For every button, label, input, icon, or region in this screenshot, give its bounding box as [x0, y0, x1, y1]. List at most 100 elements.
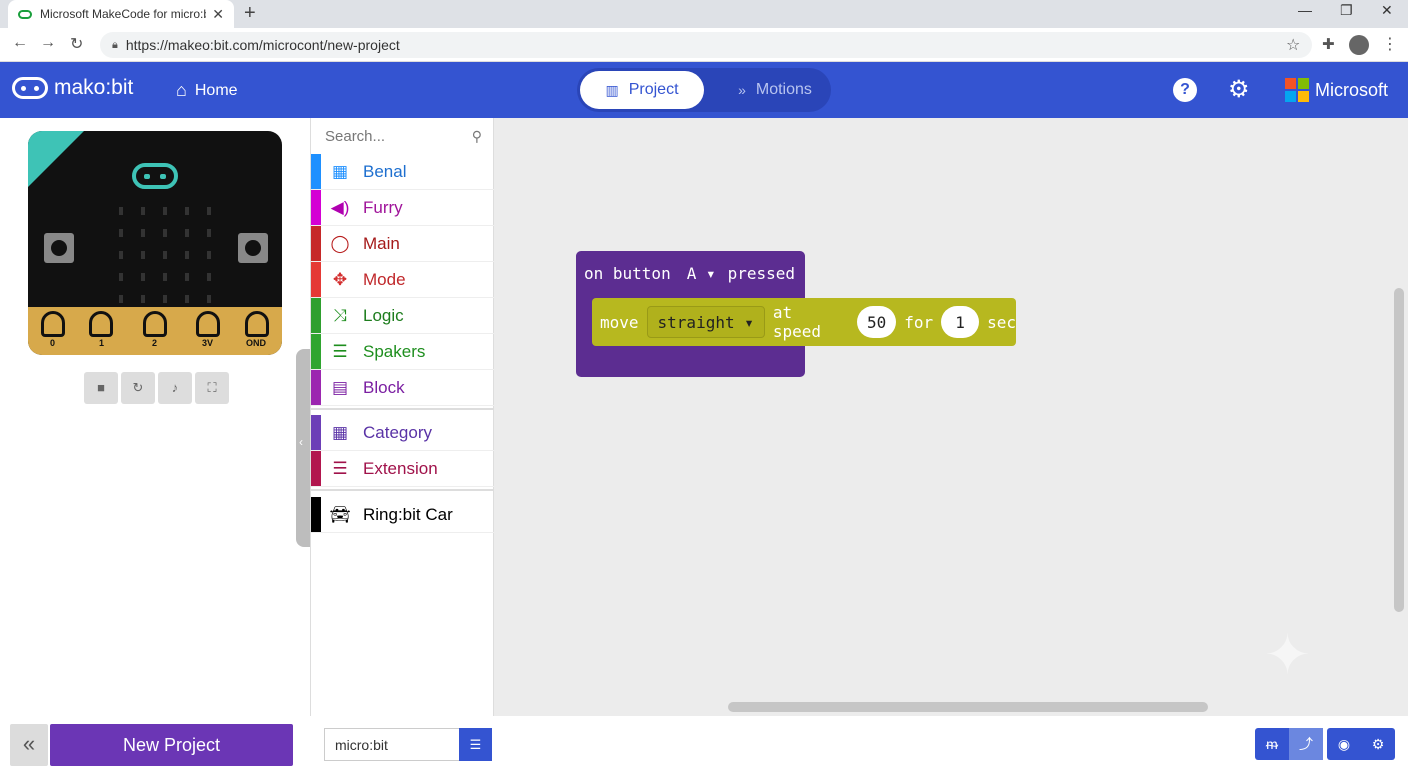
pin-3v[interactable]: [196, 311, 220, 337]
save-icon[interactable]: ☰: [459, 728, 492, 761]
settings-gear-icon[interactable]: ⚙: [1361, 728, 1395, 760]
category-block[interactable]: ▤ Block: [311, 370, 494, 406]
restore-icon[interactable]: ❐: [1340, 2, 1353, 19]
pin-2[interactable]: [143, 311, 167, 337]
category-furry[interactable]: ◀) Furry: [311, 190, 494, 226]
stop-icon[interactable]: ■: [84, 372, 118, 404]
sparkle-icon: ✦: [1264, 623, 1311, 686]
category-label: Extension: [363, 458, 438, 478]
pin-label: 3V: [202, 338, 214, 348]
blocks-mode-icon[interactable]: ᵯ: [1255, 728, 1289, 760]
category-ringbit-car[interactable]: 🚘︎ Ring:bit Car: [311, 497, 494, 533]
vertical-scrollbar[interactable]: [1394, 288, 1404, 612]
back-icon[interactable]: ←: [12, 34, 28, 52]
circle-icon: ◯: [330, 233, 350, 253]
category-extension[interactable]: ☰ Extension: [311, 451, 494, 487]
puzzle-icon: ✥: [332, 269, 348, 289]
move-label: move: [600, 312, 639, 332]
pin-label: 0: [50, 338, 56, 348]
category-logic[interactable]: ⤨ Logic: [311, 298, 494, 334]
tab-project[interactable]: ▥ Project: [580, 71, 704, 109]
reload-icon[interactable]: ↻: [70, 34, 83, 54]
home-button[interactable]: ⌂ Home: [176, 80, 238, 101]
app-logo[interactable]: mako:bit: [12, 76, 133, 100]
category-label: Spakers: [363, 341, 426, 361]
toolbox: Search... ⚲ ▦ Benal ◀) Furry ◯ Main ✥ Mo…: [310, 118, 494, 716]
horizontal-scrollbar[interactable]: [728, 702, 1208, 712]
category-mode[interactable]: ✥ Mode: [311, 262, 494, 298]
logo-text: mako:bit: [54, 76, 134, 99]
browser-menu-icon[interactable]: ⋮: [1382, 34, 1398, 54]
new-tab-button[interactable]: +: [244, 2, 256, 25]
board-corner-mark: [28, 131, 84, 187]
grid-icon: ▦: [331, 422, 349, 442]
tab-title: Microsoft MakeCode for micro:bi: [40, 7, 207, 21]
code-mode-icon[interactable]: ⤴: [1289, 728, 1323, 760]
unit-label: sec: [987, 312, 1016, 332]
button-dropdown[interactable]: A ▾: [687, 264, 716, 283]
project-name-input[interactable]: micro:bit: [324, 728, 459, 761]
category-spakers[interactable]: ☰ Spakers: [311, 334, 494, 370]
audio-icon[interactable]: ♪: [158, 372, 192, 404]
blocks-icon: ▥: [605, 81, 619, 98]
category-benal[interactable]: ▦ Benal: [311, 154, 494, 190]
simulator-collapse-handle[interactable]: ‹: [296, 349, 310, 547]
app-header: mako:bit ⌂ Home ▥ Project » Motions ? ⚙ …: [0, 62, 1408, 118]
toolbox-divider: [311, 489, 494, 491]
pin-label: OND: [246, 338, 266, 348]
forward-icon[interactable]: →: [40, 34, 56, 52]
event-suffix: pressed: [727, 264, 796, 283]
gear-icon[interactable]: ⚙: [1228, 75, 1250, 104]
minimize-icon[interactable]: —: [1298, 2, 1312, 18]
extensions-icon[interactable]: ✚: [1322, 35, 1335, 53]
collapse-simulator-button[interactable]: «: [10, 724, 48, 766]
makecode-favicon-icon: [18, 9, 32, 19]
browser-tab[interactable]: Microsoft MakeCode for micro:bi ✕: [8, 0, 234, 28]
microbit-board[interactable]: 0 1 2 3V OND: [28, 131, 282, 355]
direction-dropdown[interactable]: straight ▾: [646, 306, 765, 338]
restart-icon[interactable]: ↻: [121, 372, 155, 404]
search-icon[interactable]: ⚲: [472, 128, 482, 145]
grid-icon: ▦: [331, 161, 349, 181]
simulator-toolbar: ■ ↻ ♪ ⛶: [84, 372, 229, 404]
tab-close-icon[interactable]: ✕: [212, 6, 224, 23]
bookmark-star-icon[interactable]: ☆: [1286, 35, 1300, 55]
editor-mode-toggle: ▥ Project » Motions: [577, 68, 831, 112]
category-label: Benal: [363, 161, 407, 181]
window-close-icon[interactable]: ✕: [1381, 2, 1393, 19]
home-icon: ⌂: [176, 80, 187, 100]
for-label: for: [904, 312, 934, 332]
url-field[interactable]: 🔒︎ https://makeo:bit.com/microcont/new-p…: [100, 32, 1312, 58]
blocks-workspace[interactable]: on button A ▾ pressed move straight ▾ at…: [494, 118, 1408, 716]
duration-input[interactable]: 1: [941, 306, 980, 338]
tab-motions[interactable]: » Motions: [722, 71, 828, 109]
list-icon: ☰: [332, 458, 348, 478]
shuffle-icon: ⤨: [333, 305, 347, 325]
category-label: Block: [363, 377, 405, 397]
eye-icon[interactable]: ◉: [1327, 728, 1361, 760]
search-input[interactable]: Search... ⚲: [311, 118, 494, 154]
profile-avatar[interactable]: [1349, 35, 1369, 55]
move-block[interactable]: move straight ▾ at speed 50 for 1 sec: [592, 298, 1016, 346]
microsoft-squares-icon: [1285, 78, 1309, 102]
category-label: Category: [363, 422, 432, 442]
edge-connector: 0 1 2 3V OND: [28, 307, 282, 355]
block-icon: ▤: [331, 377, 349, 397]
fullscreen-icon[interactable]: ⛶: [195, 372, 229, 404]
microsoft-logo[interactable]: Microsoft: [1285, 78, 1388, 102]
pin-1[interactable]: [89, 311, 113, 337]
category-category[interactable]: ▦ Category: [311, 415, 494, 451]
chevron-left-icon: ‹: [299, 435, 303, 449]
browser-tab-strip: Microsoft MakeCode for micro:bi ✕ + — ❐ …: [0, 0, 1408, 28]
category-main[interactable]: ◯ Main: [311, 226, 494, 262]
pin-gnd[interactable]: [245, 311, 269, 337]
speed-input[interactable]: 50: [857, 306, 897, 338]
button-b[interactable]: [238, 233, 268, 263]
touch-logo-icon[interactable]: [132, 163, 178, 189]
button-a[interactable]: [44, 233, 74, 263]
new-project-button[interactable]: New Project: [50, 724, 293, 766]
help-icon[interactable]: ?: [1173, 78, 1197, 102]
tab-motions-label: Motions: [755, 81, 812, 98]
pin-0[interactable]: [41, 311, 65, 337]
editor-footer: « New Project micro:bit ☰ ᵯ ⤴ ◉ ⚙: [0, 716, 1408, 768]
